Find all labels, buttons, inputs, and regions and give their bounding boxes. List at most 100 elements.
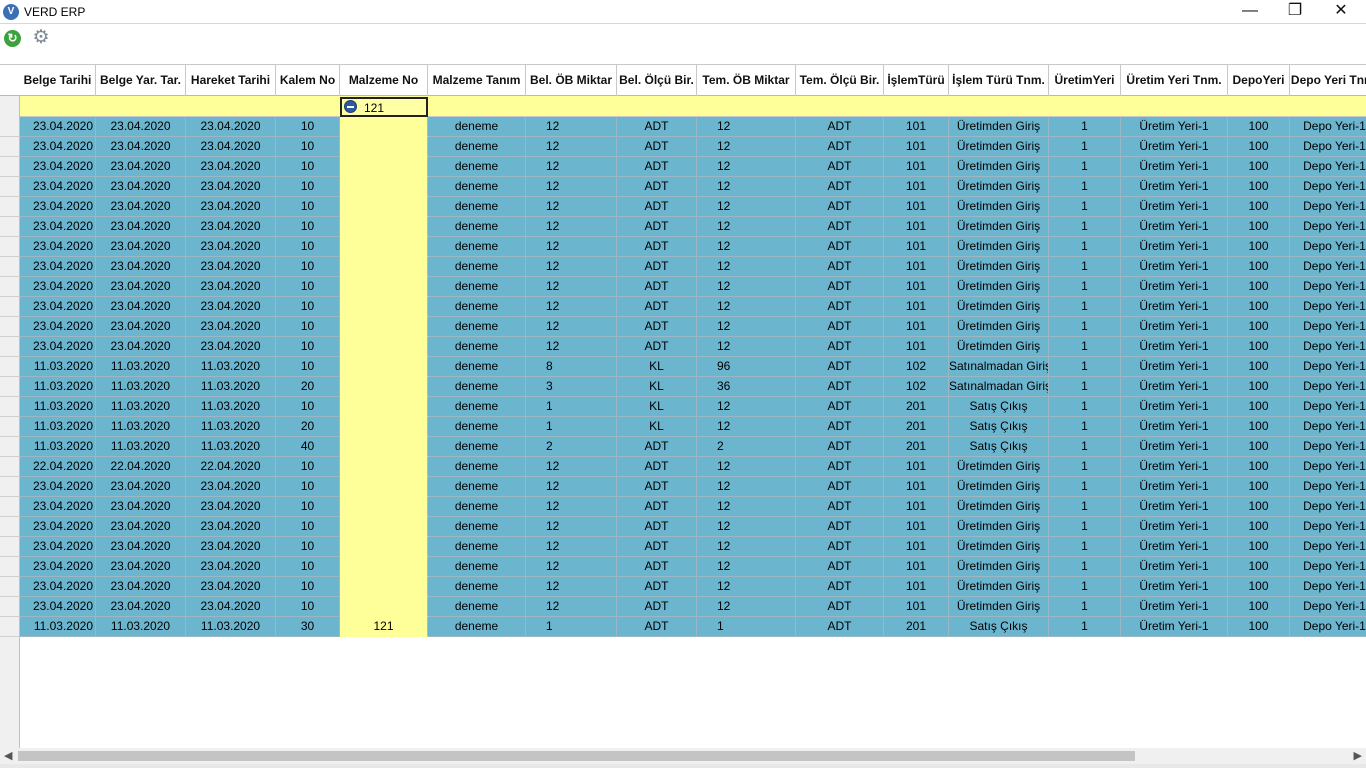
- cell-malzeme-tanim[interactable]: deneme: [428, 297, 526, 317]
- cell-tem-olcu-bir[interactable]: ADT: [796, 257, 884, 277]
- cell-islem-turu[interactable]: 102: [884, 377, 949, 397]
- cell-kalem-no[interactable]: 10: [276, 537, 340, 557]
- cell-bel-ob-miktar[interactable]: 1: [526, 617, 617, 637]
- cell-bel-ob-miktar[interactable]: 12: [526, 337, 617, 357]
- cell-uretim-yeri-tnm[interactable]: Üretim Yeri-1: [1121, 577, 1228, 597]
- column-header-depo-yeri-tnm[interactable]: Depo Yeri Tnm.: [1290, 65, 1366, 96]
- row-selector[interactable]: [0, 477, 20, 497]
- cell-hareket-tarihi[interactable]: 23.04.2020: [186, 517, 276, 537]
- cell-uretim-yeri-tnm[interactable]: Üretim Yeri-1: [1121, 517, 1228, 537]
- cell-bel-olcu-bir[interactable]: ADT: [617, 297, 697, 317]
- cell-hareket-tarihi[interactable]: 23.04.2020: [186, 237, 276, 257]
- cell-kalem-no[interactable]: 10: [276, 197, 340, 217]
- table-row[interactable]: 23.04.2020 23.04.2020 23.04.2020 10 deneme 12…: [0, 177, 1366, 197]
- cell-depo-yeri[interactable]: 100: [1228, 457, 1290, 477]
- cell-tem-ob-miktar[interactable]: 36: [697, 377, 796, 397]
- row-selector[interactable]: [0, 357, 20, 377]
- cell-bel-ob-miktar[interactable]: 12: [526, 237, 617, 257]
- cell-uretim-yeri-tnm[interactable]: Üretim Yeri-1: [1121, 217, 1228, 237]
- cell-kalem-no[interactable]: 10: [276, 397, 340, 417]
- cell-kalem-no[interactable]: 10: [276, 277, 340, 297]
- cell-kalem-no[interactable]: 40: [276, 437, 340, 457]
- cell-malzeme-no[interactable]: 121: [340, 617, 428, 637]
- cell-tem-olcu-bir[interactable]: ADT: [796, 357, 884, 377]
- cell-tem-ob-miktar[interactable]: 12: [697, 217, 796, 237]
- cell-malzeme-no[interactable]: [340, 297, 428, 317]
- cell-uretim-yeri-tnm[interactable]: Üretim Yeri-1: [1121, 197, 1228, 217]
- cell-islem-turu-tnm[interactable]: Üretimden Giriş: [949, 337, 1049, 357]
- cell-islem-turu[interactable]: 101: [884, 217, 949, 237]
- cell-islem-turu[interactable]: 101: [884, 457, 949, 477]
- cell-belge-tarihi[interactable]: 11.03.2020: [20, 617, 96, 637]
- cell-tem-olcu-bir[interactable]: ADT: [796, 437, 884, 457]
- column-header-kalem-no[interactable]: Kalem No: [276, 65, 340, 96]
- cell-tem-olcu-bir[interactable]: ADT: [796, 377, 884, 397]
- cell-belge-tarihi[interactable]: 23.04.2020: [20, 257, 96, 277]
- cell-depo-yeri-tnm[interactable]: Depo Yeri-1: [1290, 557, 1366, 577]
- cell-belge-yar-tar[interactable]: 23.04.2020: [96, 137, 186, 157]
- cell-hareket-tarihi[interactable]: 23.04.2020: [186, 217, 276, 237]
- cell-depo-yeri[interactable]: 100: [1228, 397, 1290, 417]
- column-header-depo-yeri[interactable]: DepoYeri: [1228, 65, 1290, 96]
- cell-hareket-tarihi[interactable]: 11.03.2020: [186, 397, 276, 417]
- cell-depo-yeri[interactable]: 100: [1228, 117, 1290, 137]
- cell-malzeme-tanim[interactable]: deneme: [428, 117, 526, 137]
- cell-tem-ob-miktar[interactable]: 12: [697, 137, 796, 157]
- cell-tem-ob-miktar[interactable]: 12: [697, 317, 796, 337]
- cell-uretim-yeri-tnm[interactable]: Üretim Yeri-1: [1121, 117, 1228, 137]
- cell-malzeme-no[interactable]: [340, 417, 428, 437]
- cell-islem-turu[interactable]: 101: [884, 477, 949, 497]
- cell-islem-turu-tnm[interactable]: Üretimden Giriş: [949, 577, 1049, 597]
- cell-tem-ob-miktar[interactable]: 12: [697, 497, 796, 517]
- cell-tem-ob-miktar[interactable]: 12: [697, 457, 796, 477]
- table-row[interactable]: 23.04.2020 23.04.2020 23.04.2020 10 deneme 12…: [0, 237, 1366, 257]
- close-button[interactable]: ✕: [1318, 0, 1364, 24]
- cell-bel-olcu-bir[interactable]: ADT: [617, 177, 697, 197]
- cell-depo-yeri-tnm[interactable]: Depo Yeri-1: [1290, 477, 1366, 497]
- cell-uretim-yeri[interactable]: 1: [1049, 317, 1121, 337]
- minimize-button[interactable]: —: [1227, 0, 1273, 24]
- cell-tem-olcu-bir[interactable]: ADT: [796, 277, 884, 297]
- cell-kalem-no[interactable]: 10: [276, 337, 340, 357]
- cell-uretim-yeri-tnm[interactable]: Üretim Yeri-1: [1121, 477, 1228, 497]
- cell-malzeme-tanim[interactable]: deneme: [428, 597, 526, 617]
- table-row[interactable]: 23.04.2020 23.04.2020 23.04.2020 10 deneme 12…: [0, 217, 1366, 237]
- column-header-islem-turu[interactable]: İşlemTürü: [884, 65, 949, 96]
- row-selector[interactable]: [0, 157, 20, 177]
- cell-uretim-yeri[interactable]: 1: [1049, 517, 1121, 537]
- cell-belge-tarihi[interactable]: 23.04.2020: [20, 237, 96, 257]
- cell-malzeme-tanim[interactable]: deneme: [428, 277, 526, 297]
- cell-uretim-yeri[interactable]: 1: [1049, 577, 1121, 597]
- cell-hareket-tarihi[interactable]: 23.04.2020: [186, 177, 276, 197]
- row-selector[interactable]: [0, 317, 20, 337]
- column-header-uretim-yeri[interactable]: ÜretimYeri: [1049, 65, 1121, 96]
- cell-tem-olcu-bir[interactable]: ADT: [796, 237, 884, 257]
- cell-hareket-tarihi[interactable]: 11.03.2020: [186, 417, 276, 437]
- cell-tem-ob-miktar[interactable]: 12: [697, 597, 796, 617]
- cell-bel-olcu-bir[interactable]: ADT: [617, 437, 697, 457]
- cell-tem-ob-miktar[interactable]: 12: [697, 477, 796, 497]
- cell-depo-yeri-tnm[interactable]: Depo Yeri-1: [1290, 537, 1366, 557]
- cell-malzeme-no[interactable]: [340, 157, 428, 177]
- cell-malzeme-tanim[interactable]: deneme: [428, 497, 526, 517]
- cell-islem-turu[interactable]: 201: [884, 437, 949, 457]
- column-header-uretim-yeri-tnm[interactable]: Üretim Yeri Tnm.: [1121, 65, 1228, 96]
- cell-kalem-no[interactable]: 10: [276, 257, 340, 277]
- row-selector[interactable]: [0, 617, 20, 637]
- cell-bel-olcu-bir[interactable]: ADT: [617, 117, 697, 137]
- row-selector[interactable]: [0, 497, 20, 517]
- cell-belge-tarihi[interactable]: 23.04.2020: [20, 217, 96, 237]
- cell-belge-yar-tar[interactable]: 23.04.2020: [96, 217, 186, 237]
- cell-uretim-yeri-tnm[interactable]: Üretim Yeri-1: [1121, 317, 1228, 337]
- cell-kalem-no[interactable]: 30: [276, 617, 340, 637]
- column-header-bel-ob-miktar[interactable]: Bel. ÖB Miktar: [526, 65, 617, 96]
- cell-depo-yeri-tnm[interactable]: Depo Yeri-1: [1290, 357, 1366, 377]
- cell-tem-ob-miktar[interactable]: 12: [697, 237, 796, 257]
- cell-uretim-yeri[interactable]: 1: [1049, 477, 1121, 497]
- table-row[interactable]: 23.04.2020 23.04.2020 23.04.2020 10 deneme 12…: [0, 317, 1366, 337]
- cell-bel-ob-miktar[interactable]: 12: [526, 557, 617, 577]
- cell-belge-yar-tar[interactable]: 11.03.2020: [96, 437, 186, 457]
- cell-depo-yeri[interactable]: 100: [1228, 517, 1290, 537]
- cell-malzeme-no[interactable]: [340, 537, 428, 557]
- cell-bel-ob-miktar[interactable]: 1: [526, 417, 617, 437]
